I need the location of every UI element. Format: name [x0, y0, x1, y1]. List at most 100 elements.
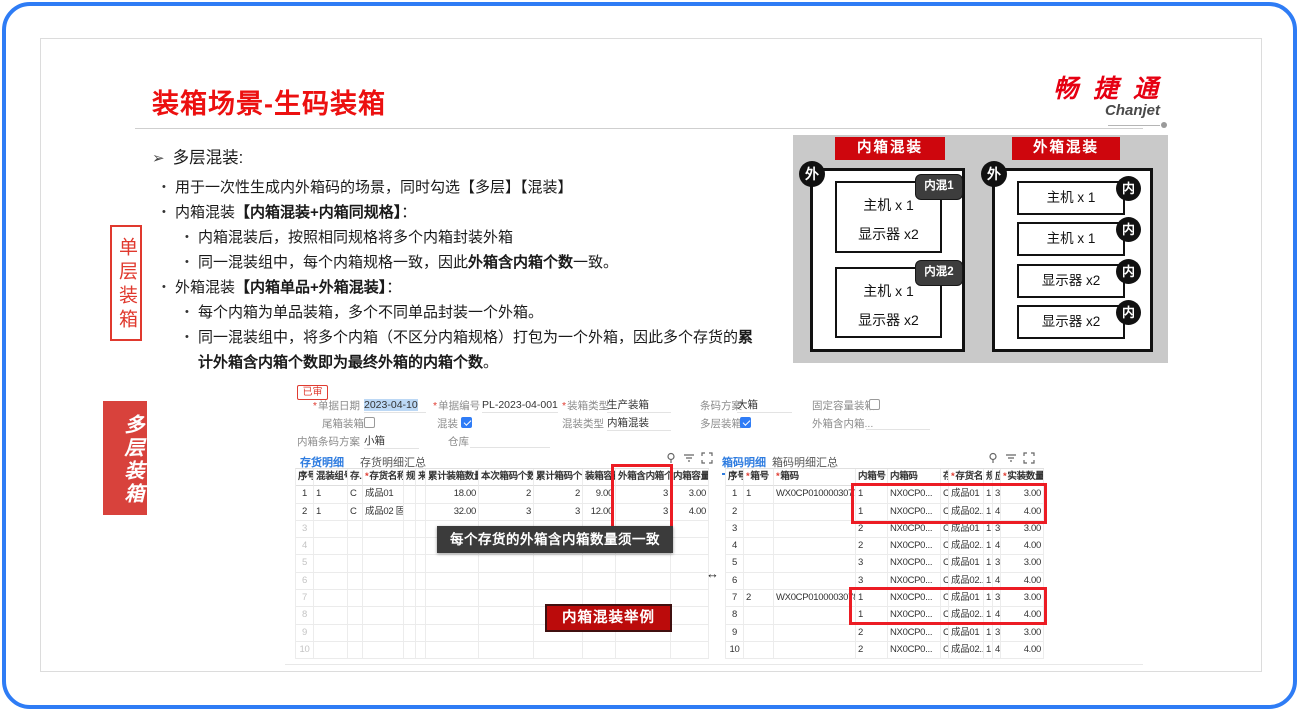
- table-cell: [416, 590, 426, 607]
- table-cell: 4.00: [671, 504, 709, 521]
- logo-decor-dot: [1161, 122, 1167, 128]
- outer-badge-right: 外: [981, 161, 1007, 187]
- table-cell: [314, 642, 348, 659]
- mix-checkbox[interactable]: [461, 417, 472, 428]
- fixed-capacity-checkbox[interactable]: [869, 399, 880, 410]
- warehouse-label: 仓库: [448, 436, 469, 449]
- table-cell: [534, 573, 583, 590]
- heading-multilayer-mix: ➢多层混装:: [152, 146, 766, 171]
- table-cell: [774, 642, 856, 659]
- column-header: *箱码: [774, 469, 856, 486]
- table-cell: [314, 590, 348, 607]
- table-cell: 32.00: [426, 504, 479, 521]
- table-row[interactable]: 21C成品02 固定32.003312.0034.00: [296, 504, 709, 521]
- table-row[interactable]: 81NX0CP0...C成品02...144.00: [726, 607, 1044, 624]
- table-cell: [363, 555, 404, 572]
- table-cell: 1: [984, 642, 993, 659]
- table-cell: 1: [984, 538, 993, 555]
- fullscreen-icon[interactable]: [1022, 451, 1036, 465]
- table-cell: C: [941, 625, 949, 642]
- tail-box-label: 尾箱装箱: [322, 418, 360, 431]
- table-cell: [744, 538, 774, 555]
- table-cell: 6: [726, 573, 744, 590]
- inner-barcode-plan-input[interactable]: 小箱: [364, 435, 419, 449]
- table-row[interactable]: 53NX0CP0...C成品01133.00: [726, 555, 1044, 572]
- table-cell: [671, 555, 709, 572]
- table-row[interactable]: 32NX0CP0...C成品01133.00: [726, 521, 1044, 538]
- inner-badge: 内: [1116, 217, 1141, 242]
- column-header: *存货名称: [363, 469, 404, 486]
- table-cell: C: [941, 590, 949, 607]
- table-row[interactable]: 63NX0CP0...C成品02...144.00: [726, 573, 1044, 590]
- table-row[interactable]: 21NX0CP0...C成品02...144.00: [726, 504, 1044, 521]
- table-cell: C: [941, 504, 949, 521]
- date-label: *单据日期: [300, 400, 360, 413]
- table-cell: [774, 521, 856, 538]
- table-cell: 2: [856, 521, 888, 538]
- table-cell: [348, 642, 363, 659]
- column-header: 内箱容量: [671, 469, 709, 486]
- table-row[interactable]: 10: [296, 642, 709, 659]
- screenshot-bottom-divider: [285, 664, 1143, 665]
- table-cell: 10: [726, 642, 744, 659]
- table-cell: 1: [984, 607, 993, 624]
- table-cell: [583, 573, 616, 590]
- splitter-drag-icon[interactable]: ↔: [706, 566, 719, 581]
- table-cell: 18.00: [426, 486, 479, 503]
- column-header: 本次箱码个数: [479, 469, 534, 486]
- table-row[interactable]: 5: [296, 555, 709, 572]
- table-cell: 3: [479, 504, 534, 521]
- table-cell: NX0CP0...: [888, 642, 941, 659]
- table-cell: [479, 625, 534, 642]
- column-header: 规.: [404, 469, 416, 486]
- table-row[interactable]: 6: [296, 573, 709, 590]
- barcode-plan-input[interactable]: 大箱: [737, 399, 792, 413]
- table-row[interactable]: 11WX0CP01000030771NX0CP0...C成品01133.00: [726, 486, 1044, 503]
- table-cell: 3.00: [1001, 555, 1044, 572]
- docno-input[interactable]: PL-2023-04-0018: [482, 399, 558, 413]
- table-cell: [314, 573, 348, 590]
- date-input[interactable]: 2023-04-10: [364, 399, 426, 413]
- locate-icon[interactable]: [664, 451, 678, 465]
- filter-icon[interactable]: [682, 451, 696, 465]
- column-header: 内箱码: [888, 469, 941, 486]
- mixtype-input[interactable]: 内箱混装: [607, 417, 671, 431]
- table-cell: 1: [984, 590, 993, 607]
- table-cell: [348, 538, 363, 555]
- warehouse-input[interactable]: [470, 435, 550, 448]
- table-row[interactable]: 102NX0CP0...C成品02...144.00: [726, 642, 1044, 659]
- table-cell: NX0CP0...: [888, 538, 941, 555]
- inner-badge: 内: [1116, 300, 1141, 325]
- table-cell: 1: [984, 504, 993, 521]
- table-cell: [426, 555, 479, 572]
- tail-box-checkbox[interactable]: [364, 417, 375, 428]
- table-cell: [416, 538, 426, 555]
- table-cell: [348, 521, 363, 538]
- table-cell: [314, 625, 348, 642]
- table-cell: 3.00: [1001, 486, 1044, 503]
- table-row[interactable]: 92NX0CP0...C成品01133.00: [726, 625, 1044, 642]
- multi-layer-checkbox[interactable]: [740, 417, 751, 428]
- table-cell: 3.00: [1001, 590, 1044, 607]
- table-row[interactable]: 11C成品0118.00229.0033.00: [296, 486, 709, 503]
- table-cell: [426, 625, 479, 642]
- locate-icon[interactable]: [986, 451, 1000, 465]
- fullscreen-icon[interactable]: [700, 451, 714, 465]
- column-header: 存.: [348, 469, 363, 486]
- filter-icon[interactable]: [1004, 451, 1018, 465]
- table-cell: 2: [726, 504, 744, 521]
- table-cell: [348, 590, 363, 607]
- boxtype-input[interactable]: 生产装箱: [607, 399, 671, 413]
- table-row[interactable]: 42NX0CP0...C成品02...144.00: [726, 538, 1044, 555]
- table-cell: [348, 573, 363, 590]
- bullet-line: •同一混装组中，每个内箱规格一致，因此外箱含内箱个数一致。: [152, 250, 766, 275]
- table-cell: [616, 642, 671, 659]
- table-row[interactable]: 72WX0CP01000030781NX0CP0...C成品01133.00: [726, 590, 1044, 607]
- dot-bullet-icon: •: [185, 300, 189, 325]
- table-cell: [774, 607, 856, 624]
- table-cell: 1: [314, 504, 348, 521]
- outer-contains-input[interactable]: [866, 417, 930, 430]
- table-cell: [479, 573, 534, 590]
- column-header: *存货名称: [949, 469, 984, 486]
- table-cell: 1: [296, 486, 314, 503]
